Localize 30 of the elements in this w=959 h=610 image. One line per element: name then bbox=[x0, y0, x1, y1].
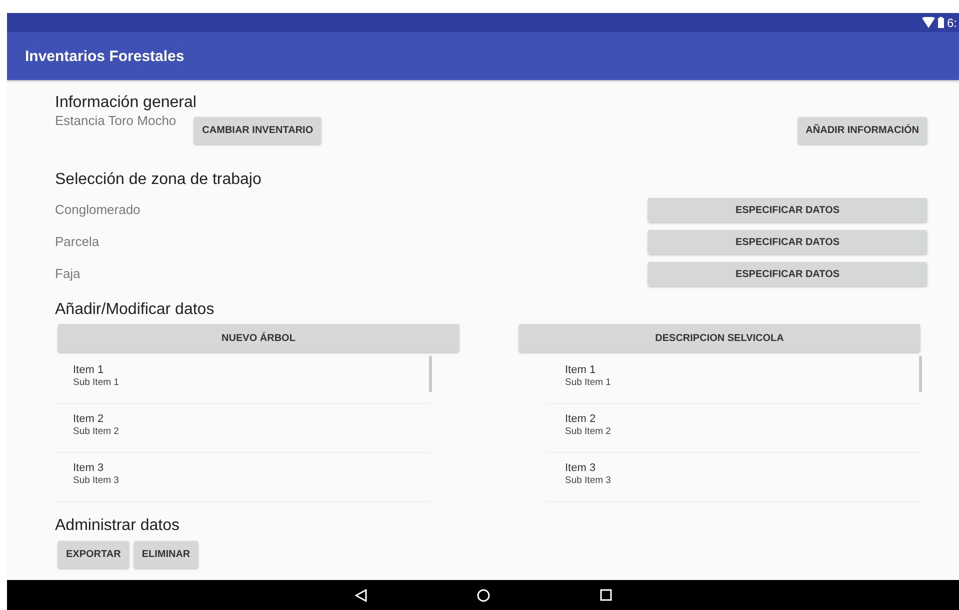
recents-icon[interactable] bbox=[600, 589, 612, 601]
zone-label: Conglomerado bbox=[55, 202, 140, 218]
inventory-name: Estancia Toro Mocho bbox=[55, 113, 176, 129]
section-heading: Administrar datos bbox=[55, 516, 180, 536]
manage-button[interactable]: EXPORTAR bbox=[58, 541, 129, 568]
home-icon[interactable] bbox=[476, 588, 490, 602]
zone-label: Faja bbox=[55, 266, 80, 282]
add-info-button[interactable]: AÑADIR INFORMACIÓN bbox=[798, 117, 927, 144]
back-icon[interactable] bbox=[354, 588, 366, 602]
scrollbar bbox=[429, 356, 432, 392]
list-item[interactable]: Item 3 Sub Item 3 bbox=[55, 453, 432, 502]
section-heading: Añadir/Modificar datos bbox=[55, 300, 216, 320]
list-item[interactable]: Item 3 Sub Item 3 bbox=[545, 453, 922, 502]
manage-button[interactable]: ELIMINAR bbox=[134, 541, 198, 568]
battery-icon bbox=[938, 17, 944, 28]
specify-data-button[interactable]: ESPECIFICAR DATOS bbox=[648, 230, 927, 254]
wifi-icon bbox=[922, 17, 935, 28]
scrollbar bbox=[919, 356, 922, 392]
list-action-button[interactable]: DESCRIPCION SELVICOLA bbox=[519, 324, 920, 352]
section-heading: Información general bbox=[55, 93, 198, 113]
section-heading: Selección de zona de trabajo bbox=[55, 170, 262, 190]
specify-data-button[interactable]: ESPECIFICAR DATOS bbox=[648, 262, 927, 286]
change-inventory-button[interactable]: CAMBIAR INVENTARIO bbox=[194, 117, 322, 144]
list-item[interactable]: Item 2 Sub Item 2 bbox=[545, 404, 922, 453]
list-item[interactable]: Item 2 Sub Item 2 bbox=[55, 404, 432, 453]
zone-label: Parcela bbox=[55, 234, 100, 250]
status-time: 6: bbox=[946, 16, 957, 30]
list-action-button[interactable]: NUEVO ÁRBOL bbox=[58, 324, 459, 352]
app-title: Inventarios Forestales bbox=[25, 48, 184, 64]
specify-data-button[interactable]: ESPECIFICAR DATOS bbox=[648, 198, 927, 222]
